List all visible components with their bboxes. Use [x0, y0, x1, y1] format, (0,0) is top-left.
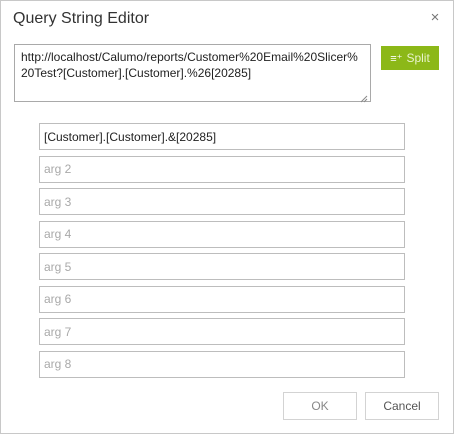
- cancel-button[interactable]: Cancel: [365, 392, 439, 420]
- arg-6-input[interactable]: [39, 285, 405, 313]
- arg-3-input[interactable]: [39, 188, 405, 215]
- close-icon[interactable]: ×: [427, 10, 443, 26]
- url-textarea[interactable]: http://localhost/Calumo/reports/Customer…: [14, 44, 371, 102]
- resize-grip-icon[interactable]: [360, 95, 368, 103]
- dialog-title: Query String Editor: [13, 10, 150, 27]
- split-button[interactable]: ≡⁺ Split: [381, 46, 439, 70]
- args-list: [39, 123, 405, 383]
- split-button-label: Split: [406, 51, 430, 65]
- query-string-editor-dialog: Query String Editor × http://localhost/C…: [0, 0, 454, 434]
- split-icon: ≡⁺: [390, 52, 403, 65]
- arg-7-input[interactable]: [39, 318, 405, 345]
- ok-button[interactable]: OK: [283, 392, 357, 420]
- arg-4-input[interactable]: [39, 220, 405, 248]
- arg-2-input[interactable]: [39, 155, 405, 183]
- arg-1-input[interactable]: [39, 123, 405, 150]
- arg-8-input[interactable]: [39, 350, 405, 378]
- arg-5-input[interactable]: [39, 253, 405, 280]
